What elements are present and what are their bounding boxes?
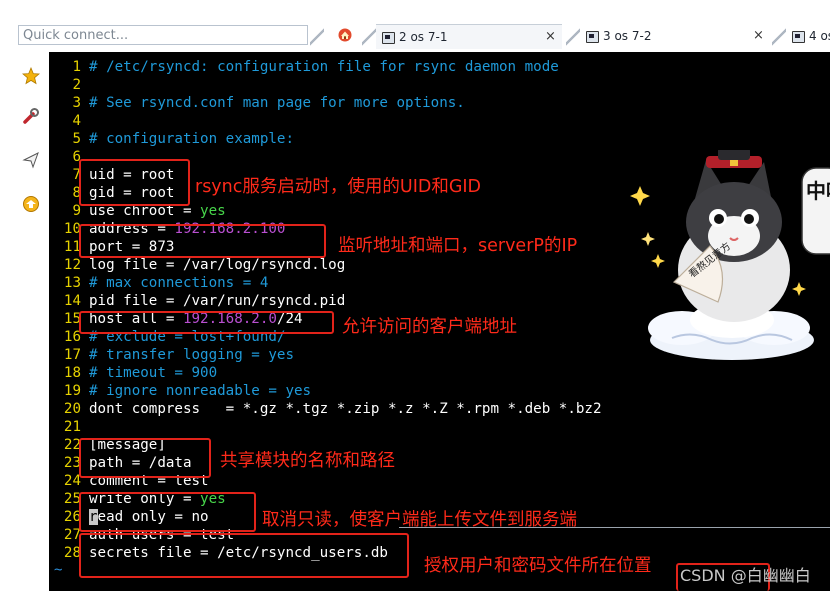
line-number: 16 xyxy=(63,329,81,345)
annotation-box-uid-gid xyxy=(79,159,190,206)
line-number: 20 xyxy=(63,401,81,417)
code-token: # ignore nonreadable = yes xyxy=(89,383,312,399)
favorites-star-icon[interactable] xyxy=(21,66,41,86)
tab-separator xyxy=(566,24,580,50)
line-number: 19 xyxy=(63,383,81,399)
tab-separator xyxy=(362,24,376,50)
line-code: log file = /var/log/rsyncd.log xyxy=(89,256,345,274)
annotation-box-auth xyxy=(79,533,409,578)
line-code: # See rsyncd.conf man page for more opti… xyxy=(89,94,465,112)
line-number: 1 xyxy=(72,59,81,75)
tab-label: 3 os 7-2 xyxy=(603,29,652,43)
line-code: # timeout = 900 xyxy=(89,364,217,382)
tab-os[interactable]: 4 os xyxy=(786,24,830,48)
line-code: # transfer logging = yes xyxy=(89,346,294,364)
send-arrow-icon[interactable] xyxy=(21,150,41,170)
terminal-icon xyxy=(382,31,395,44)
tab-label: 4 os xyxy=(809,29,830,43)
line-number: 15 xyxy=(63,311,81,327)
line-number: 24 xyxy=(63,473,81,489)
line-number: 18 xyxy=(63,365,81,381)
annotation-module: 共享模块的名称和路径 xyxy=(220,451,395,471)
divider-line xyxy=(399,527,830,528)
tools-icon[interactable] xyxy=(21,106,41,126)
code-token: pid file = /var/run/rsyncd.pid xyxy=(89,293,346,309)
line-number: 26 xyxy=(63,509,81,525)
line-number: 12 xyxy=(63,257,81,273)
annotation-uid-gid: rsync服务启动时，使用的UID和GID xyxy=(195,177,482,197)
quick-connect-input[interactable]: Quick connect... xyxy=(18,25,308,45)
line-code: # ignore nonreadable = yes xyxy=(89,382,311,400)
line-number: 2 xyxy=(72,77,81,93)
line-number: 5 xyxy=(72,131,81,147)
code-token: # See rsyncd.conf man page for more opti… xyxy=(89,95,465,111)
annotation-box-readonly xyxy=(79,492,256,532)
line-number: 6 xyxy=(72,149,81,165)
line-code: # configuration example: xyxy=(89,130,294,148)
line-number: 14 xyxy=(63,293,81,309)
tab-separator xyxy=(772,24,786,50)
home-tab-icon[interactable] xyxy=(338,28,352,42)
annotation-host-all: 允许访问的客户端地址 xyxy=(342,317,517,337)
close-icon[interactable]: × xyxy=(753,24,764,48)
tab-os-7-2[interactable]: 3 os 7-2 × xyxy=(580,24,770,48)
code-token: # transfer logging = yes xyxy=(89,347,294,363)
tab-label: 2 os 7-1 xyxy=(399,30,448,44)
code-token: # timeout = 900 xyxy=(89,365,218,381)
code-token: # max connections = 4 xyxy=(89,275,269,291)
line-code: dont compress = *.gz *.tgz *.zip *.z *.Z… xyxy=(89,400,602,418)
line-code: # /etc/rsyncd: configuration file for rs… xyxy=(89,58,559,76)
line-number: 7 xyxy=(72,167,81,183)
tab-os-7-1[interactable]: 2 os 7-1 × xyxy=(376,24,562,49)
line-number: 23 xyxy=(63,455,81,471)
line-number: 3 xyxy=(72,95,81,111)
annotation-address-port: 监听地址和端口，serverP的IP xyxy=(338,236,578,256)
code-token: yes xyxy=(200,203,226,219)
line-number: 11 xyxy=(63,239,81,255)
annotation-box-module xyxy=(79,438,211,478)
session-tabs: 2 os 7-1 × 3 os 7-2 × 4 os xyxy=(310,22,830,50)
csdn-watermark: CSDN @白幽幽白 xyxy=(680,566,811,585)
code-token: # /etc/rsyncd: configuration file for rs… xyxy=(89,59,559,75)
terminal-icon xyxy=(792,30,805,43)
code-token: dont compress = *.gz *.tgz *.zip *.z *.Z… xyxy=(89,401,602,417)
annotation-auth: 授权用户和密码文件所在位置 xyxy=(424,556,652,576)
close-icon[interactable]: × xyxy=(545,25,556,49)
code-token: log file = /var/log/rsyncd.log xyxy=(89,257,346,273)
terminal-icon xyxy=(586,30,599,43)
line-number: 22 xyxy=(63,437,81,453)
annotation-box-host-all xyxy=(79,311,334,334)
line-number: 13 xyxy=(63,275,81,291)
annotation-box-address-port xyxy=(79,224,326,258)
line-number: 9 xyxy=(72,203,81,219)
empty-line-tilde: ~ xyxy=(54,562,63,578)
code-token: # configuration example: xyxy=(89,131,294,147)
line-number: 8 xyxy=(72,185,81,201)
line-code: pid file = /var/run/rsyncd.pid xyxy=(89,292,345,310)
tab-separator xyxy=(310,24,324,50)
line-number: 4 xyxy=(72,113,81,129)
line-number: 21 xyxy=(63,419,81,435)
left-toolbar xyxy=(20,52,42,591)
cat-mascot-sticker: 看熬见意方 中吗 xyxy=(622,148,830,370)
folder-transfer-icon[interactable] xyxy=(21,194,41,214)
title-toolbar: Quick connect... 2 os 7-1 × 3 os 7-2 × 4… xyxy=(0,0,830,50)
line-number: 17 xyxy=(63,347,81,363)
line-number: 25 xyxy=(63,491,81,507)
line-number: 28 xyxy=(63,545,81,561)
side-bubble-text: 中吗 xyxy=(806,179,830,203)
line-code: # max connections = 4 xyxy=(89,274,268,292)
line-number: 10 xyxy=(63,221,81,237)
line-number: 27 xyxy=(63,527,81,543)
